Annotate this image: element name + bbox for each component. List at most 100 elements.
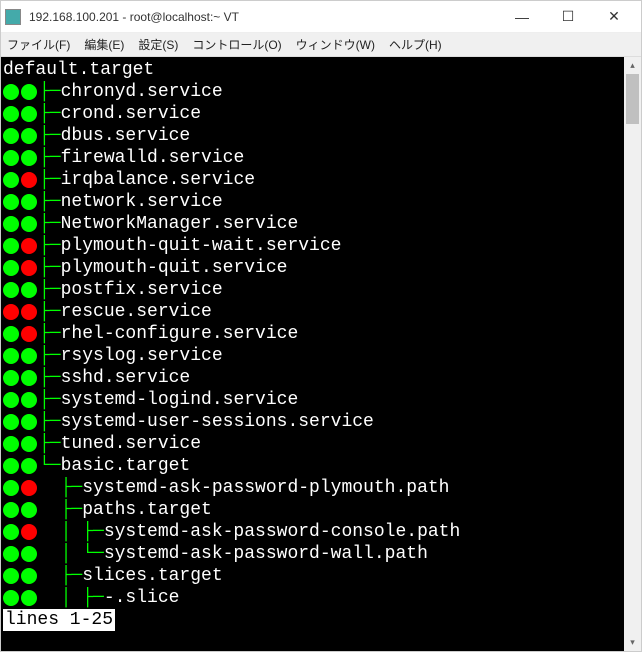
menu-setup[interactable]: 設定(S) [138, 36, 178, 53]
status-dot-green [3, 524, 19, 540]
tree-root: default.target [3, 59, 624, 81]
status-dot-green [3, 238, 19, 254]
tree-branch: │ ├─ [39, 587, 104, 609]
status-dot-green [21, 502, 37, 518]
menu-help[interactable]: ヘルプ(H) [389, 36, 442, 53]
tree-branch: ├─ [39, 477, 82, 499]
status-dot-green [3, 172, 19, 188]
unit-name: systemd-ask-password-wall.path [104, 543, 428, 565]
unit-name: basic.target [61, 455, 191, 477]
app-icon [5, 9, 21, 25]
tree-row: ├─crond.service [3, 103, 624, 125]
tree-branch: ├─ [39, 147, 61, 169]
menu-file[interactable]: ファイル(F) [7, 36, 70, 53]
unit-name: sshd.service [61, 367, 191, 389]
status-dot-green [3, 436, 19, 452]
unit-name: tuned.service [61, 433, 201, 455]
scroll-track[interactable] [624, 74, 641, 634]
status-dot-green [3, 260, 19, 276]
tree-branch: ├─ [39, 499, 82, 521]
tree-row: │ ├─systemd-ask-password-console.path [3, 521, 624, 543]
status-dot-green [21, 458, 37, 474]
tree-row: ├─slices.target [3, 565, 624, 587]
scroll-down-icon[interactable]: ▾ [624, 634, 641, 651]
close-button[interactable]: ✕ [591, 2, 637, 32]
unit-name: postfix.service [61, 279, 223, 301]
maximize-button[interactable]: ☐ [545, 2, 591, 32]
tree-row: ├─NetworkManager.service [3, 213, 624, 235]
status-dot-green [3, 282, 19, 298]
menu-window[interactable]: ウィンドウ(W) [296, 36, 375, 53]
unit-name: NetworkManager.service [61, 213, 299, 235]
unit-name: irqbalance.service [61, 169, 255, 191]
status-dot-green [3, 370, 19, 386]
status-dot-green [3, 568, 19, 584]
tree-row: ├─irqbalance.service [3, 169, 624, 191]
unit-name: rescue.service [61, 301, 212, 323]
unit-name: dbus.service [61, 125, 191, 147]
unit-name: paths.target [82, 499, 212, 521]
unit-name: slices.target [82, 565, 222, 587]
scroll-up-icon[interactable]: ▴ [624, 57, 641, 74]
status-dot-green [3, 480, 19, 496]
status-dot-green [21, 414, 37, 430]
tree-branch: ├─ [39, 169, 61, 191]
tree-branch: ├─ [39, 433, 61, 455]
tree-row: ├─dbus.service [3, 125, 624, 147]
status-dot-green [21, 370, 37, 386]
status-dot-green [21, 194, 37, 210]
tree-row: │ ├─-.slice [3, 587, 624, 609]
tree-row: ├─systemd-logind.service [3, 389, 624, 411]
tree-branch: ├─ [39, 125, 61, 147]
tree-branch: │ ├─ [39, 521, 104, 543]
unit-name: default.target [3, 59, 154, 81]
status-dot-green [21, 568, 37, 584]
tree-branch: ├─ [39, 257, 61, 279]
unit-name: systemd-logind.service [61, 389, 299, 411]
tree-branch: ├─ [39, 103, 61, 125]
status-dot-red [21, 238, 37, 254]
menu-control[interactable]: コントロール(O) [192, 36, 281, 53]
status-dot-green [3, 590, 19, 606]
unit-name: systemd-ask-password-console.path [104, 521, 460, 543]
tree-row: ├─plymouth-quit-wait.service [3, 235, 624, 257]
tree-branch: ├─ [39, 345, 61, 367]
status-dot-red [21, 524, 37, 540]
status-dot-green [21, 590, 37, 606]
tree-row: ├─systemd-ask-password-plymouth.path [3, 477, 624, 499]
status-dot-red [21, 172, 37, 188]
unit-name: plymouth-quit.service [61, 257, 288, 279]
status-dot-green [3, 216, 19, 232]
scrollbar[interactable]: ▴ ▾ [624, 57, 641, 651]
minimize-button[interactable]: — [499, 2, 545, 32]
status-dot-red [21, 260, 37, 276]
unit-name: plymouth-quit-wait.service [61, 235, 342, 257]
unit-name: rhel-configure.service [61, 323, 299, 345]
tree-branch: ├─ [39, 235, 61, 257]
status-dot-red [21, 480, 37, 496]
status-dot-green [3, 502, 19, 518]
tree-row: │ └─systemd-ask-password-wall.path [3, 543, 624, 565]
tree-branch: ├─ [39, 213, 61, 235]
tree-row: ├─chronyd.service [3, 81, 624, 103]
scroll-thumb[interactable] [626, 74, 639, 124]
status-dot-green [3, 546, 19, 562]
tree-branch: ├─ [39, 565, 82, 587]
terminal[interactable]: default.target├─chronyd.service├─crond.s… [1, 57, 624, 651]
tree-row: ├─tuned.service [3, 433, 624, 455]
status-dot-green [3, 326, 19, 342]
menu-edit[interactable]: 編集(E) [84, 36, 124, 53]
unit-name: systemd-user-sessions.service [61, 411, 374, 433]
status-dot-red [3, 304, 19, 320]
tree-row: ├─sshd.service [3, 367, 624, 389]
status-dot-green [21, 106, 37, 122]
window-controls: — ☐ ✕ [499, 2, 637, 32]
tree-branch: └─ [39, 455, 61, 477]
window-title: 192.168.100.201 - root@localhost:~ VT [29, 10, 499, 24]
unit-name: chronyd.service [61, 81, 223, 103]
tree-row: └─basic.target [3, 455, 624, 477]
status-dot-green [3, 194, 19, 210]
tree-branch: ├─ [39, 367, 61, 389]
unit-name: rsyslog.service [61, 345, 223, 367]
status-dot-green [3, 84, 19, 100]
